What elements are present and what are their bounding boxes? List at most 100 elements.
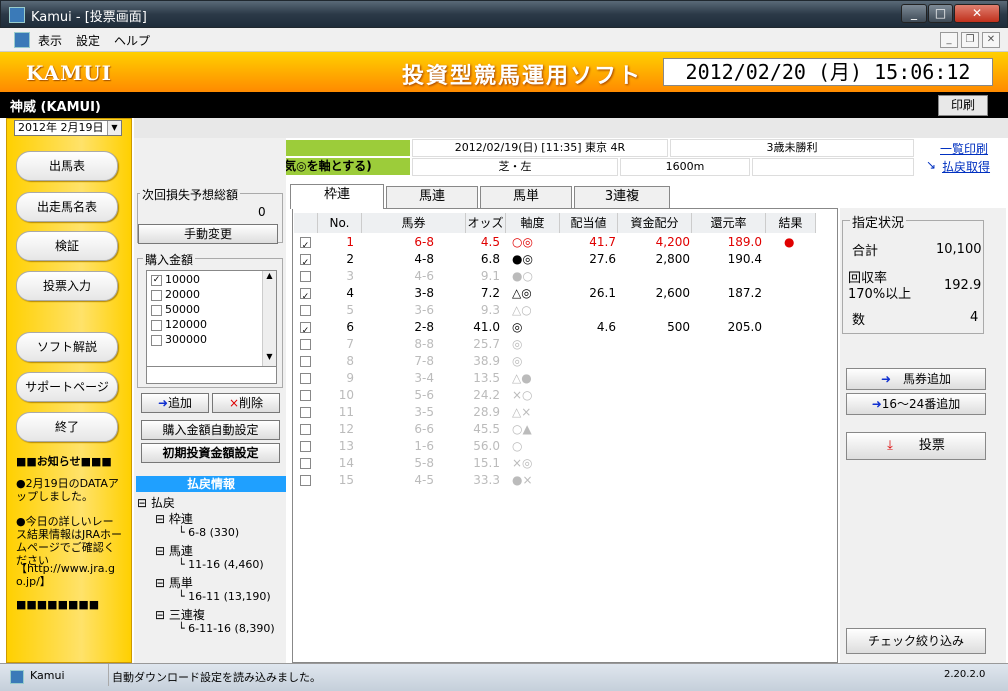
initial-investment-button[interactable]: 初期投資金額設定 <box>141 443 280 463</box>
amount-item[interactable]: 300000 <box>151 333 207 346</box>
amount-checkbox[interactable]: ✓ <box>151 274 162 286</box>
news-url[interactable]: 【http://www.jra.go.jp/】 <box>16 562 124 588</box>
sidebar-button-vote-input[interactable]: 投票入力 <box>16 271 118 301</box>
list-print-link[interactable]: 一覧印刷 <box>940 140 988 157</box>
table-row[interactable]: 8 7-8 38.9 ◎ <box>294 353 835 370</box>
table-row[interactable]: 15 4-5 33.3 ●× <box>294 472 835 489</box>
status-title: 指定状況 <box>850 212 907 231</box>
table-row[interactable]: 7 8-8 25.7 ◎ <box>294 336 835 353</box>
tree-group-umaren[interactable]: ⊟ 馬連 <box>155 542 193 559</box>
amount-checkbox[interactable] <box>151 334 162 346</box>
row-checkbox[interactable] <box>300 424 311 435</box>
amount-list[interactable]: ✓ 10000 20000 50000 120000 300000 ▲ ▼ <box>146 270 277 368</box>
print-button[interactable]: 印刷 <box>938 95 988 116</box>
tree-root[interactable]: ⊟ 払戻 <box>137 494 175 511</box>
add-16-24-button[interactable]: ➜16～24番追加 <box>846 393 986 415</box>
table-row[interactable]: 9 3-4 13.5 △● <box>294 370 835 387</box>
menu-help[interactable]: ヘルプ <box>114 32 150 49</box>
sidebar-button-verify[interactable]: 検証 <box>16 231 118 261</box>
sidebar-button-runner-list[interactable]: 出走馬名表 <box>16 192 118 222</box>
amount-item[interactable]: 50000 <box>151 303 200 316</box>
cell-odds: 45.5 <box>473 422 500 436</box>
total-value: 10,100 <box>936 242 982 257</box>
cell-alloc: 4,200 <box>655 235 690 249</box>
minimize-button[interactable]: _ <box>901 4 927 23</box>
table-row[interactable]: 13 1-6 56.0 ○ <box>294 438 835 455</box>
sidebar-button-exit[interactable]: 終了 <box>16 412 118 442</box>
menu-view[interactable]: 表示 <box>38 32 62 49</box>
row-checkbox[interactable] <box>300 458 311 469</box>
sidebar-button-support[interactable]: サポートページ <box>16 372 118 402</box>
cell-alloc: 500 <box>667 320 690 334</box>
add-button[interactable]: ➜追加 <box>141 393 209 413</box>
row-checkbox[interactable]: ✓ <box>300 322 311 336</box>
row-checkbox[interactable] <box>300 390 311 401</box>
mdi-restore-button[interactable]: ❐ <box>961 32 979 48</box>
payout-fetch-link[interactable]: 払戻取得 <box>942 158 990 175</box>
delete-button[interactable]: ×削除 <box>212 393 280 413</box>
menu-settings[interactable]: 設定 <box>76 32 100 49</box>
tab-wakuren[interactable]: 枠連 <box>290 184 384 209</box>
table-row[interactable]: ✓ 6 2-8 41.0 ◎ 4.6 500 205.0 <box>294 319 835 336</box>
tree-group-wakuren[interactable]: ⊟ 枠連 <box>155 510 193 527</box>
tree-group-sanrenpuku[interactable]: ⊟ 三連複 <box>155 606 205 623</box>
amount-item[interactable]: ✓ 10000 <box>151 273 200 286</box>
table-row[interactable]: 10 5-6 24.2 ×○ <box>294 387 835 404</box>
amount-checkbox[interactable] <box>151 289 162 301</box>
cell-axis: ×◎ <box>512 456 533 470</box>
table-row[interactable]: 11 3-5 28.9 △× <box>294 404 835 421</box>
row-checkbox[interactable] <box>300 407 311 418</box>
row-checkbox[interactable] <box>300 305 311 316</box>
tab-umatan[interactable]: 馬単 <box>480 186 572 208</box>
tab-umaren[interactable]: 馬連 <box>386 186 478 208</box>
row-checkbox[interactable] <box>300 339 311 350</box>
sidebar-button-race-card[interactable]: 出馬表 <box>16 151 118 181</box>
vote-button[interactable]: ⤓ 投票 <box>846 432 986 460</box>
cell-odds: 38.9 <box>473 354 500 368</box>
add-ticket-button[interactable]: ➜ 馬券追加 <box>846 368 986 390</box>
mdi-minimize-button[interactable]: _ <box>940 32 958 48</box>
auto-amount-button[interactable]: 購入金額自動設定 <box>141 420 280 440</box>
row-checkbox[interactable] <box>300 271 311 282</box>
cell-axis: △× <box>512 405 532 419</box>
row-checkbox[interactable] <box>300 356 311 367</box>
manual-change-button[interactable]: 手動変更 <box>138 224 278 244</box>
chevron-down-icon[interactable]: ▼ <box>107 121 121 135</box>
cell-no: 9 <box>346 371 354 385</box>
table-row[interactable]: 12 6-6 45.5 ○▲ <box>294 421 835 438</box>
amount-item[interactable]: 20000 <box>151 288 200 301</box>
cell-odds: 41.0 <box>473 320 500 334</box>
table-row[interactable]: ✓ 2 4-8 6.8 ●◎ 27.6 2,800 190.4 <box>294 251 835 268</box>
row-checkbox[interactable] <box>300 373 311 384</box>
amount-checkbox[interactable] <box>151 319 162 331</box>
sidebar-button-software-guide[interactable]: ソフト解説 <box>16 332 118 362</box>
date-select[interactable]: 2012年 2月19日 ▼ <box>14 120 122 136</box>
amount-entry[interactable] <box>146 366 277 384</box>
maximize-button[interactable]: □ <box>928 4 953 23</box>
amount-checkbox[interactable] <box>151 304 162 316</box>
cell-odds: 7.2 <box>480 286 500 300</box>
app-menu-icon[interactable] <box>14 32 30 48</box>
table-row[interactable]: ✓ 1 6-8 4.5 ○◎ 41.7 4,200 189.0 ● <box>294 234 835 251</box>
scrollbar[interactable]: ▲ ▼ <box>262 271 276 367</box>
row-checkbox[interactable]: ✓ <box>300 237 311 251</box>
close-button[interactable]: ✕ <box>954 4 1000 23</box>
row-checkbox[interactable]: ✓ <box>300 288 311 302</box>
table-row[interactable]: 3 4-6 9.1 ●○ <box>294 268 835 285</box>
row-checkbox[interactable] <box>300 475 311 486</box>
news-header: ■■お知らせ■■■ <box>16 455 112 468</box>
check-filter-button[interactable]: チェック絞り込み <box>846 628 986 654</box>
amount-item[interactable]: 120000 <box>151 318 207 331</box>
row-checkbox[interactable] <box>300 441 311 452</box>
table-row[interactable]: 5 3-6 9.3 △○ <box>294 302 835 319</box>
user-bar: 神威 (KAMUI) <box>0 92 1008 118</box>
tree-value: └ 6-11-16 (8,390) <box>178 622 275 635</box>
table-row[interactable]: 14 5-8 15.1 ×◎ <box>294 455 835 472</box>
table-row[interactable]: ✓ 4 3-8 7.2 △◎ 26.1 2,600 187.2 <box>294 285 835 302</box>
row-checkbox[interactable]: ✓ <box>300 254 311 268</box>
tab-sanrenpuku[interactable]: 3連複 <box>574 186 670 208</box>
cell-no: 6 <box>346 320 354 334</box>
mdi-close-button[interactable]: ✕ <box>982 32 1000 48</box>
tree-group-umatan[interactable]: ⊟ 馬単 <box>155 574 193 591</box>
cell-axis: △● <box>512 371 532 385</box>
